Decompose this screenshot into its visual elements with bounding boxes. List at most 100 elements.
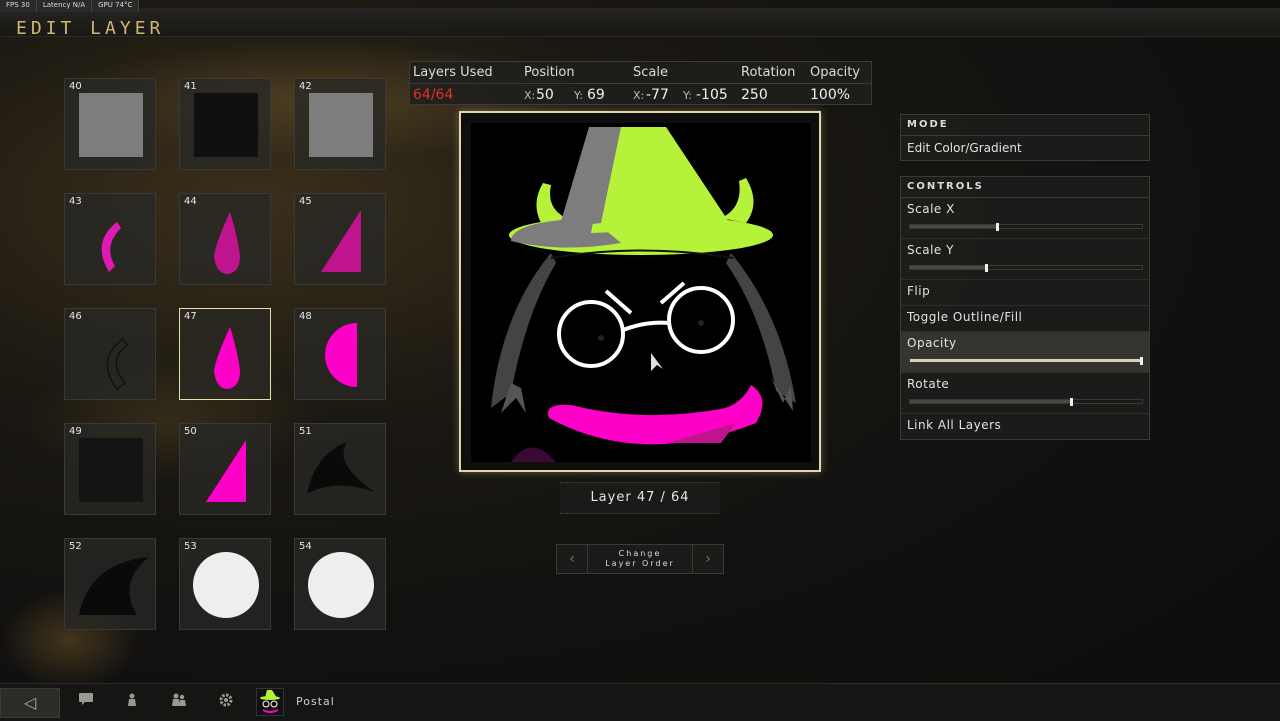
layer-number: 42 [299, 81, 312, 92]
layer-shape-preview [214, 212, 240, 274]
layer-tile[interactable]: 53 [179, 538, 271, 630]
layer-shape-preview [309, 93, 373, 157]
opacity-control[interactable]: Opacity [901, 332, 1149, 373]
title-bar: EDIT LAYER [0, 8, 1280, 39]
order-prev-button[interactable]: ‹ [557, 545, 588, 573]
layers-used-label: Layers Used [413, 65, 493, 80]
layer-stats-bar: Layers Used Position Scale Rotation Opac… [409, 61, 872, 105]
layer-tile[interactable]: 40 [64, 78, 156, 170]
layer-tile[interactable]: 54 [294, 538, 386, 630]
layer-tile[interactable]: 49 [64, 423, 156, 515]
mode-edit-color-gradient[interactable]: Edit Color/Gradient [901, 136, 1149, 160]
layer-number: 52 [69, 541, 82, 552]
rotation-value: 250 [741, 87, 768, 103]
layer-shape-preview [193, 552, 259, 618]
scale-x-label: Scale X [907, 202, 955, 216]
chat-icon[interactable] [77, 693, 95, 711]
scale-x-slider[interactable] [909, 223, 1143, 231]
scale-y-fill [910, 266, 987, 269]
link-all-layers-control[interactable]: Link All Layers [901, 414, 1149, 439]
opacity-slider[interactable] [909, 357, 1143, 365]
controls-header: CONTROLS [901, 177, 1149, 198]
rotate-control[interactable]: Rotate [901, 373, 1149, 414]
mode-header: MODE [901, 115, 1149, 136]
scale-x-control[interactable]: Scale X [901, 198, 1149, 239]
slider-knob[interactable] [1070, 398, 1074, 406]
layer-tile[interactable]: 43 [64, 193, 156, 285]
party-icon[interactable] [170, 693, 188, 711]
change-layer-order-control: ‹ Change Layer Order › [556, 544, 724, 574]
layer-tile[interactable]: 51 [294, 423, 386, 515]
layer-tile[interactable]: 50 [179, 423, 271, 515]
latency-readout: Latency N/A [37, 0, 93, 12]
slider-knob[interactable] [996, 223, 1000, 231]
order-label-line1: Change [618, 549, 662, 558]
layer-number: 51 [299, 426, 312, 437]
emblem-canvas-frame [459, 111, 821, 472]
mode-panel: MODE Edit Color/Gradient [900, 114, 1150, 161]
position-label: Position [524, 65, 575, 80]
layer-tile[interactable]: 52 [64, 538, 156, 630]
flip-label: Flip [907, 284, 931, 298]
scale-y-label: Y: [683, 89, 692, 102]
rotate-label: Rotate [907, 377, 950, 391]
layer-shape-preview [79, 557, 149, 615]
layer-number: 43 [69, 196, 82, 207]
opacity-label: Opacity [810, 65, 861, 80]
slider-knob[interactable] [984, 264, 988, 272]
slider-knob[interactable] [1140, 357, 1143, 365]
layer-number: 48 [299, 311, 312, 322]
rotate-slider[interactable] [909, 398, 1143, 406]
scale-y-slider[interactable] [909, 264, 1143, 272]
gpu-readout: GPU 74°C [92, 0, 140, 12]
layer-tile[interactable]: 41 [179, 78, 271, 170]
layer-tile[interactable]: 44 [179, 193, 271, 285]
change-layer-order-label: Change Layer Order [587, 549, 693, 569]
layer-shape-preview [194, 93, 258, 157]
player-icon[interactable] [123, 693, 141, 711]
layer-tile[interactable]: 46 [64, 308, 156, 400]
player-name: Postal [296, 695, 335, 708]
layer-number: 45 [299, 196, 312, 207]
scale-label: Scale [633, 65, 668, 80]
opacity-value: 100% [810, 87, 851, 103]
layer-counter: Layer 47 / 64 [560, 482, 720, 514]
layer-number: 53 [184, 541, 197, 552]
layer-shape-preview [214, 327, 240, 389]
scale-y-control[interactable]: Scale Y [901, 239, 1149, 280]
layer-tile[interactable]: 45 [294, 193, 386, 285]
page-title: EDIT LAYER [16, 18, 165, 39]
controls-panel: CONTROLS Scale X Scale Y Flip Toggle Out… [900, 176, 1150, 440]
back-button[interactable]: ◁ [0, 688, 60, 718]
rotate-fill [910, 400, 1073, 403]
layers-used-value: 64/64 [413, 87, 454, 103]
layer-number: 44 [184, 196, 197, 207]
gear-icon[interactable] [217, 693, 235, 711]
opacity-control-label: Opacity [907, 336, 957, 350]
avatar[interactable] [256, 688, 284, 716]
layer-number: 47 [184, 311, 197, 322]
performance-overlay: FPS 30 Latency N/A GPU 74°C [0, 0, 140, 12]
layer-tile[interactable]: 42 [294, 78, 386, 170]
position-y-label: Y: [574, 89, 583, 102]
layer-shape-preview [325, 323, 357, 387]
layer-shape-preview [79, 93, 143, 157]
toggle-outline-fill-control[interactable]: Toggle Outline/Fill [901, 306, 1149, 332]
fps-readout: FPS 30 [0, 0, 37, 12]
layer-shape-preview [106, 337, 129, 391]
emblem-canvas[interactable] [471, 123, 811, 462]
layer-tile[interactable]: 47 [179, 308, 271, 400]
layer-shape-preview [101, 222, 121, 272]
layer-shape-preview [321, 210, 361, 272]
layer-tile[interactable]: 48 [294, 308, 386, 400]
scale-x-fill [910, 225, 999, 228]
order-label-line2: Layer Order [605, 559, 675, 568]
position-x-value: 50 [536, 87, 554, 103]
layer-number: 54 [299, 541, 312, 552]
scale-y-label: Scale Y [907, 243, 954, 257]
scale-x-label: X: [633, 89, 645, 102]
flip-control[interactable]: Flip [901, 280, 1149, 306]
order-next-button[interactable]: › [692, 545, 723, 573]
layer-shape-preview [307, 442, 375, 494]
layer-number: 50 [184, 426, 197, 437]
